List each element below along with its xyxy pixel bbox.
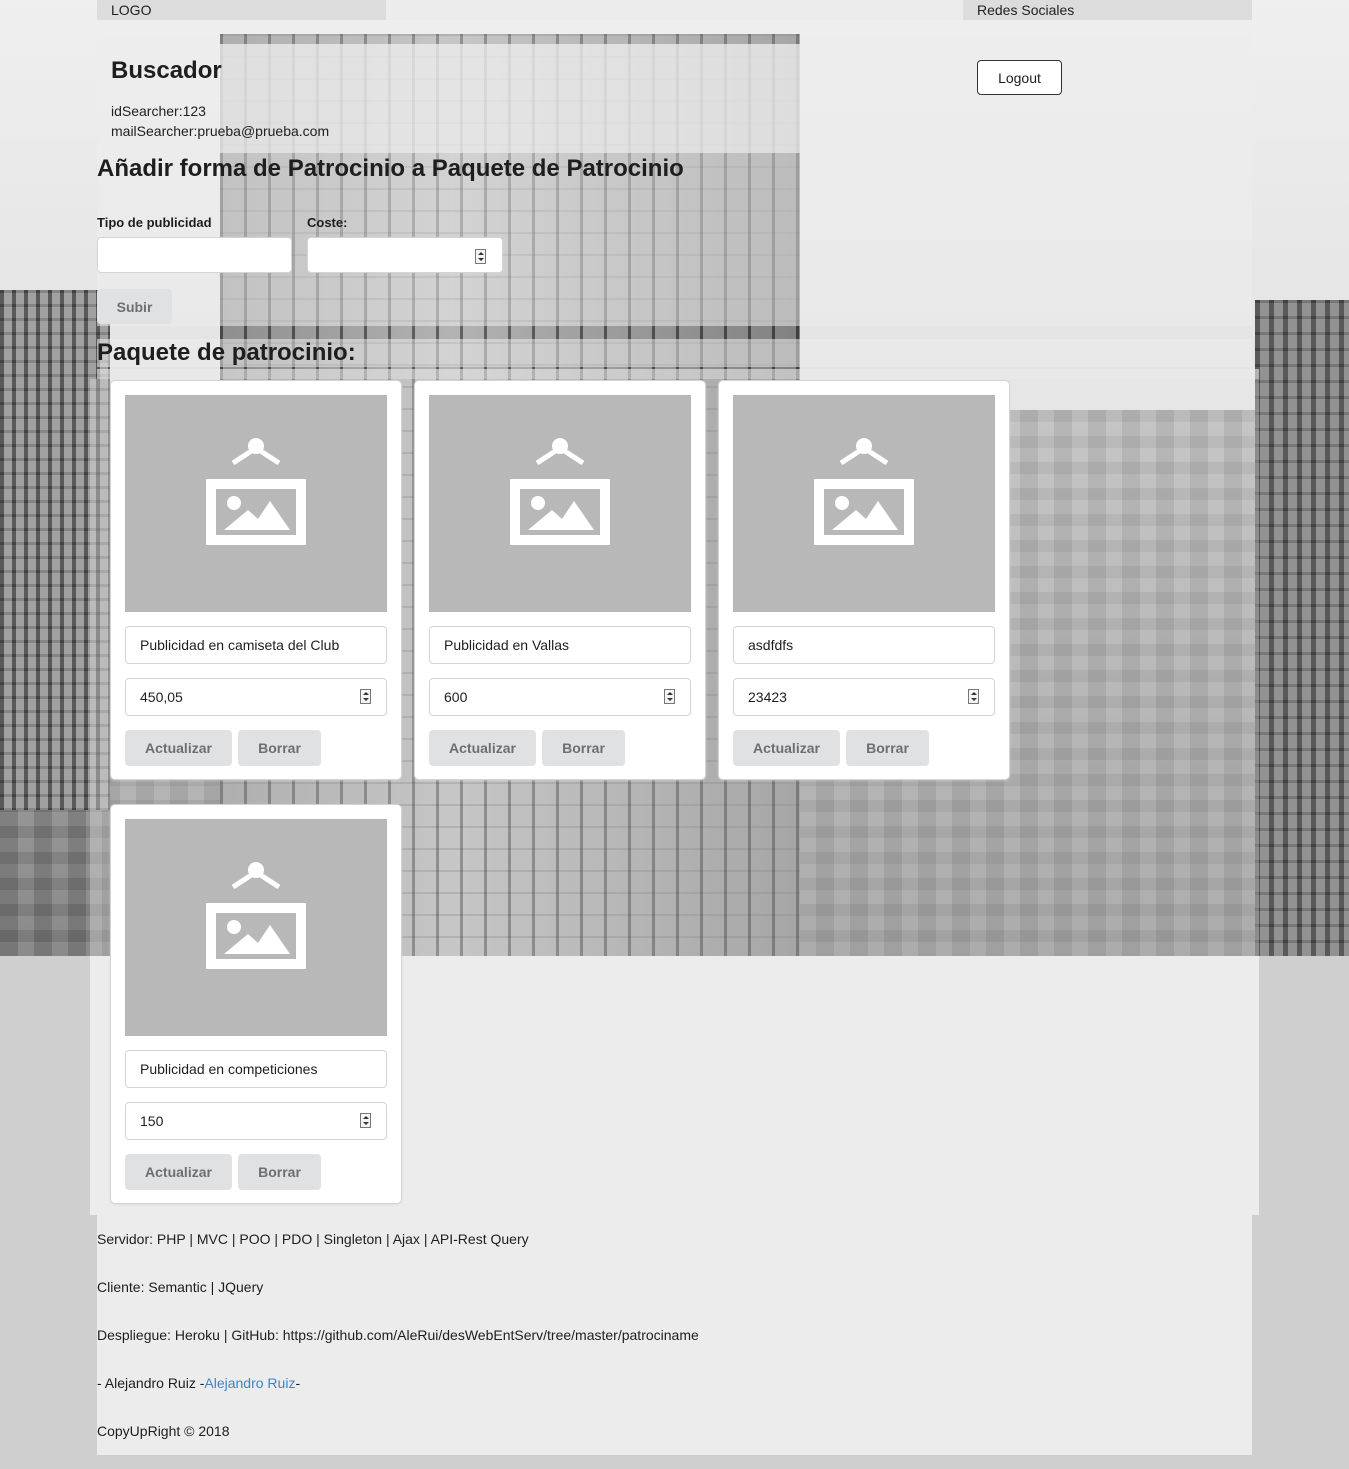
type-input[interactable] (97, 237, 292, 273)
footer-server: Servidor: PHP | MVC | POO | PDO | Single… (97, 1231, 529, 1247)
update-button[interactable]: Actualizar (125, 1154, 232, 1190)
card-cost-value: 600 (444, 689, 468, 705)
cost-spinner-icon[interactable] (968, 689, 979, 704)
form-title: Añadir forma de Patrocinio a Paquete de … (97, 155, 684, 182)
delete-button[interactable]: Borrar (846, 730, 929, 766)
image-placeholder-icon (206, 438, 306, 545)
card-image (733, 395, 995, 612)
footer-author-prefix: - Alejandro Ruiz - (97, 1375, 205, 1391)
card-cost-input[interactable]: 450,05 (125, 678, 387, 716)
card-cost-input[interactable]: 23423 (733, 678, 995, 716)
cost-spinner-icon[interactable] (475, 249, 486, 264)
update-button[interactable]: Actualizar (733, 730, 840, 766)
cost-input[interactable] (307, 237, 503, 273)
delete-button[interactable]: Borrar (238, 730, 321, 766)
cost-spinner-icon[interactable] (664, 689, 675, 704)
package-title: Paquete de patrocinio: (97, 339, 356, 366)
footer-copyright: CopyUpRight © 2018 (97, 1423, 230, 1439)
footer-author: - Alejandro Ruiz -Alejandro Ruiz- (97, 1375, 300, 1391)
cost-label: Coste: (307, 215, 348, 230)
image-placeholder-icon (510, 438, 610, 545)
social-box: Redes Sociales (963, 0, 1252, 20)
cost-spinner-icon[interactable] (360, 689, 371, 704)
card-cost-input[interactable]: 150 (125, 1102, 387, 1140)
social-links[interactable]: Redes Sociales (977, 2, 1074, 18)
cost-spinner-icon[interactable] (360, 1113, 371, 1128)
header-divider (97, 34, 1252, 44)
card-cost-value: 23423 (748, 689, 787, 705)
card-name-input[interactable]: asdfdfs (733, 626, 995, 664)
page-container: LOGO Redes Sociales Buscador idSearcher:… (90, 0, 1259, 1455)
footer-author-suffix: - (295, 1375, 301, 1391)
submit-button[interactable]: Subir (97, 289, 172, 324)
searcher-mail: mailSearcher:prueba@prueba.com (111, 123, 330, 139)
card-name-input[interactable]: Publicidad en camiseta del Club (125, 626, 387, 664)
sponsorship-card: Publicidad en competiciones 150 Actualiz… (111, 805, 401, 1203)
image-placeholder-icon (814, 438, 914, 545)
footer: Servidor: PHP | MVC | POO | PDO | Single… (97, 1215, 1252, 1455)
package-divider (97, 369, 1259, 379)
page-title: Buscador (111, 57, 222, 84)
image-placeholder-icon (206, 862, 306, 969)
card-image (429, 395, 691, 612)
update-button[interactable]: Actualizar (125, 730, 232, 766)
footer-deploy: Despliegue: Heroku | GitHub: https://git… (97, 1327, 699, 1343)
card-name-input[interactable]: Publicidad en competiciones (125, 1050, 387, 1088)
card-name-input[interactable]: Publicidad en Vallas (429, 626, 691, 664)
footer-client: Cliente: Semantic | JQuery (97, 1279, 264, 1295)
card-cost-input[interactable]: 600 (429, 678, 691, 716)
top-bar: LOGO Redes Sociales (97, 0, 1252, 20)
user-header: Buscador idSearcher:123 mailSearcher:pru… (97, 44, 1252, 153)
searcher-id: idSearcher:123 (111, 103, 206, 119)
add-form: Añadir forma de Patrocinio a Paquete de … (97, 153, 1252, 326)
delete-button[interactable]: Borrar (238, 1154, 321, 1190)
logout-button[interactable]: Logout (977, 60, 1062, 95)
sponsorship-card: Publicidad en Vallas 600 Actualizar Borr… (415, 381, 705, 779)
delete-button[interactable]: Borrar (542, 730, 625, 766)
package-header: Paquete de patrocinio: (97, 339, 1252, 367)
background-building-right (1255, 300, 1349, 956)
sponsorship-card: Publicidad en camiseta del Club 450,05 A… (111, 381, 401, 779)
update-button[interactable]: Actualizar (429, 730, 536, 766)
card-image (125, 395, 387, 612)
logo[interactable]: LOGO (111, 2, 151, 18)
author-link[interactable]: Alejandro Ruiz (204, 1375, 295, 1391)
card-cost-value: 150 (140, 1113, 164, 1129)
type-label: Tipo de publicidad (97, 215, 212, 230)
logo-box: LOGO (97, 0, 386, 20)
card-cost-value: 450,05 (140, 689, 183, 705)
card-image (125, 819, 387, 1036)
sponsorship-card: asdfdfs 23423 Actualizar Borrar (719, 381, 1009, 779)
